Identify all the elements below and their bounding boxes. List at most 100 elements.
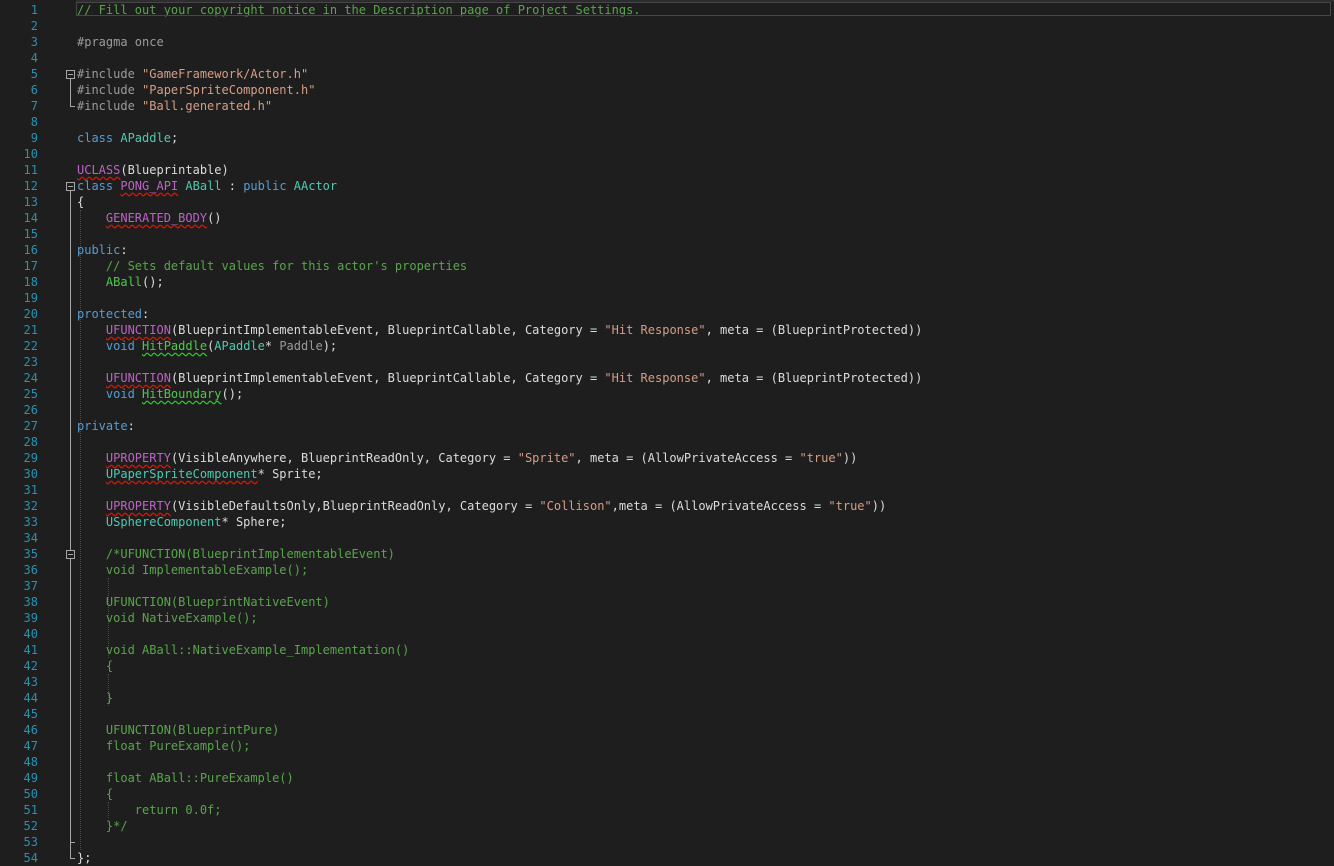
code-line[interactable]: {: [77, 194, 84, 210]
code-line[interactable]: #pragma once: [77, 34, 164, 50]
code-token: ABall: [185, 179, 222, 193]
fold-region-end: [70, 106, 75, 107]
code-token: private: [77, 419, 128, 433]
code-token: * Sphere;: [221, 515, 287, 529]
line-number: 8: [30, 115, 38, 129]
code-token: )): [842, 451, 858, 465]
code-token: }: [105, 691, 114, 705]
fold-region-end: [70, 842, 75, 843]
code-token: ,meta = (AllowPrivateAccess =: [611, 499, 829, 513]
code-line[interactable]: USphereComponent* Sphere;: [77, 514, 287, 530]
line-number: 39: [23, 611, 38, 625]
line-number: 38: [23, 595, 38, 609]
code-line[interactable]: UFUNCTION(BlueprintNativeEvent): [77, 594, 330, 610]
code-line[interactable]: return 0.0f;: [77, 802, 222, 818]
code-line[interactable]: public:: [77, 242, 128, 258]
code-line[interactable]: GENERATED_BODY(): [77, 210, 222, 226]
line-number: 45: [23, 707, 38, 721]
code-line[interactable]: UPaperSpriteComponent* Sprite;: [77, 466, 323, 482]
code-line[interactable]: void NativeExample();: [77, 610, 258, 626]
code-line[interactable]: {: [77, 658, 113, 674]
code-line[interactable]: ABall();: [77, 274, 164, 290]
code-token: AActor: [293, 179, 338, 193]
line-number: 4: [30, 51, 38, 65]
code-editor[interactable]: 1 2 3 4 5 6 7 8 9 10 11 12 13 14 15 16 17 18 19 20 21 22 23 24 2…: [0, 0, 1334, 866]
code-line[interactable]: void HitPaddle(APaddle* Paddle);: [77, 338, 337, 354]
code-line[interactable]: /*UFUNCTION(BlueprintImplementableEvent): [77, 546, 395, 562]
code-line[interactable]: void HitBoundary();: [77, 386, 243, 402]
line-number: 47: [23, 739, 38, 753]
code-line[interactable]: float ABall::PureExample(): [77, 770, 294, 786]
code-line[interactable]: protected:: [77, 306, 149, 322]
code-line[interactable]: }*/: [77, 818, 128, 834]
code-token: public: [243, 179, 294, 193]
collapse-toggle-icon[interactable]: [66, 70, 75, 79]
code-line[interactable]: #include "Ball.generated.h": [77, 98, 272, 114]
code-token: :: [142, 307, 150, 321]
code-token: UPROPERTY: [105, 499, 171, 513]
code-line[interactable]: UPROPERTY(VisibleAnywhere, BlueprintRead…: [77, 450, 857, 466]
code-line[interactable]: };: [77, 850, 91, 866]
code-token: , meta = (BlueprintProtected)): [705, 323, 923, 337]
code-token: UFUNCTION(BlueprintNativeEvent): [105, 595, 330, 609]
code-line[interactable]: void ABall::NativeExample_Implementation…: [77, 642, 409, 658]
collapse-toggle-icon[interactable]: [66, 550, 75, 559]
code-token: :: [221, 179, 244, 193]
code-token: // Sets default values for this actor's …: [105, 259, 468, 273]
code-token: class: [77, 179, 121, 193]
code-line[interactable]: class APaddle;: [77, 130, 178, 146]
code-token: (VisibleAnywhere, BlueprintReadOnly, Cat…: [170, 451, 518, 465]
code-line[interactable]: void ImplementableExample();: [77, 562, 308, 578]
line-number: 17: [23, 259, 38, 273]
code-token: "Sprite": [517, 451, 576, 465]
line-number: 9: [30, 131, 38, 145]
code-token: PONG_API: [120, 179, 179, 193]
code-line[interactable]: UFUNCTION(BlueprintImplementableEvent, B…: [77, 370, 922, 386]
line-number: 36: [23, 563, 38, 577]
code-token: :: [127, 419, 135, 433]
code-line[interactable]: UFUNCTION(BlueprintImplementableEvent, B…: [77, 322, 922, 338]
code-line[interactable]: class PONG_API ABall : public AActor: [77, 178, 337, 194]
code-token: #pragma once: [77, 35, 164, 49]
line-number: 54: [23, 851, 38, 865]
code-token: (BlueprintImplementableEvent, BlueprintC…: [170, 371, 605, 385]
code-line[interactable]: UCLASS(Blueprintable): [77, 162, 229, 178]
line-number: 14: [23, 211, 38, 225]
code-token: USphereComponent: [105, 515, 222, 529]
code-token: UPaperSpriteComponent: [105, 467, 258, 481]
code-token: "Hit Response": [604, 371, 706, 385]
code-line[interactable]: float PureExample();: [77, 738, 251, 754]
code-line[interactable]: UFUNCTION(BlueprintPure): [77, 722, 279, 738]
code-token: /*UFUNCTION(BlueprintImplementableEvent): [105, 547, 395, 561]
code-line[interactable]: UPROPERTY(VisibleDefaultsOnly,BlueprintR…: [77, 498, 886, 514]
code-line[interactable]: #include "GameFramework/Actor.h": [77, 66, 308, 82]
code-token: "true": [828, 499, 872, 513]
line-number: 2: [30, 19, 38, 33]
line-number: 33: [23, 515, 38, 529]
code-line[interactable]: // Sets default values for this actor's …: [77, 258, 467, 274]
line-number: 21: [23, 323, 38, 337]
code-token: #include: [77, 83, 143, 97]
code-line[interactable]: #include "PaperSpriteComponent.h": [77, 82, 315, 98]
code-line[interactable]: {: [77, 786, 113, 802]
code-token: "PaperSpriteComponent.h": [142, 83, 316, 97]
code-token: class: [77, 131, 121, 145]
line-number: 26: [23, 403, 38, 417]
code-token: APaddle: [214, 339, 265, 353]
line-number: 20: [23, 307, 38, 321]
line-number: 25: [23, 387, 38, 401]
code-line[interactable]: }: [77, 690, 113, 706]
line-number: 18: [23, 275, 38, 289]
line-number: 37: [23, 579, 38, 593]
line-number: 34: [23, 531, 38, 545]
collapse-toggle-icon[interactable]: [66, 182, 75, 191]
code-line[interactable]: private:: [77, 418, 135, 434]
code-token: ABall: [105, 275, 143, 289]
